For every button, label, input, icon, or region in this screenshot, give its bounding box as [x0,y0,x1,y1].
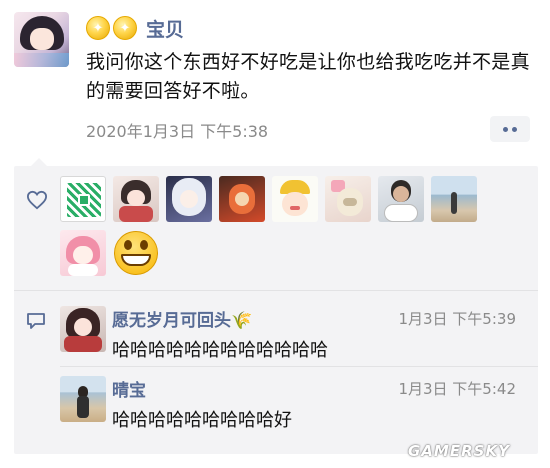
liker-avatar[interactable] [378,176,424,222]
liker-avatar[interactable] [60,230,106,276]
commenter-name[interactable]: 愿无岁月可回头🌾 [112,306,252,331]
interaction-panel: 愿无岁月可回头🌾 1月3日 下午5:39 哈哈哈哈哈哈哈哈哈哈哈哈 晴宝 1月3… [14,166,538,454]
poster-avatar[interactable] [14,12,69,67]
more-actions-button[interactable] [490,116,530,142]
likes-section [14,166,538,290]
comment-text: 哈哈哈哈哈哈哈哈哈哈哈哈 [112,340,328,361]
poster-name-row: 宝贝 [86,14,184,42]
commenter-avatar[interactable] [60,376,106,422]
gold-badge-icon [86,16,110,40]
liker-avatar[interactable] [166,176,212,222]
commenter-name[interactable]: 晴宝 [112,376,146,401]
liker-avatar[interactable] [113,230,159,276]
heart-icon [26,190,48,210]
liker-avatar[interactable] [431,176,477,222]
liker-avatar[interactable] [325,176,371,222]
poster-name[interactable]: 宝贝 [146,15,184,42]
liker-avatar[interactable] [219,176,265,222]
comment-icon [27,313,45,329]
commenter-avatar[interactable] [60,306,106,352]
panel-divider [14,290,538,291]
comment-divider [60,366,538,367]
comment-time: 1月3日 下午5:39 [398,310,516,328]
post-timestamp: 2020年1月3日 下午5:38 [86,122,269,141]
comment-item[interactable]: 愿无岁月可回头🌾 1月3日 下午5:39 哈哈哈哈哈哈哈哈哈哈哈哈 [60,306,530,361]
post-text: 我问你这个东西好不好吃是让你也给我吃吃并不是真的需要回答好不啦。 [86,51,530,102]
dot-icon [503,126,508,132]
watermark: GAMERSKY [408,442,510,460]
comment-time: 1月3日 下午5:42 [398,380,516,398]
comment-text: 哈哈哈哈哈哈哈哈哈好 [112,410,292,431]
comment-item[interactable]: 晴宝 1月3日 下午5:42 哈哈哈哈哈哈哈哈哈好 [60,376,530,431]
liker-avatar[interactable] [113,176,159,222]
moments-post: 宝贝 我问你这个东西好不好吃是让你也给我吃吃并不是真的需要回答好不啦。 2020… [0,0,550,468]
liker-avatar[interactable] [60,176,106,222]
liker-avatar[interactable] [272,176,318,222]
gold-badge-icon [113,16,137,40]
dot-icon [512,126,517,132]
